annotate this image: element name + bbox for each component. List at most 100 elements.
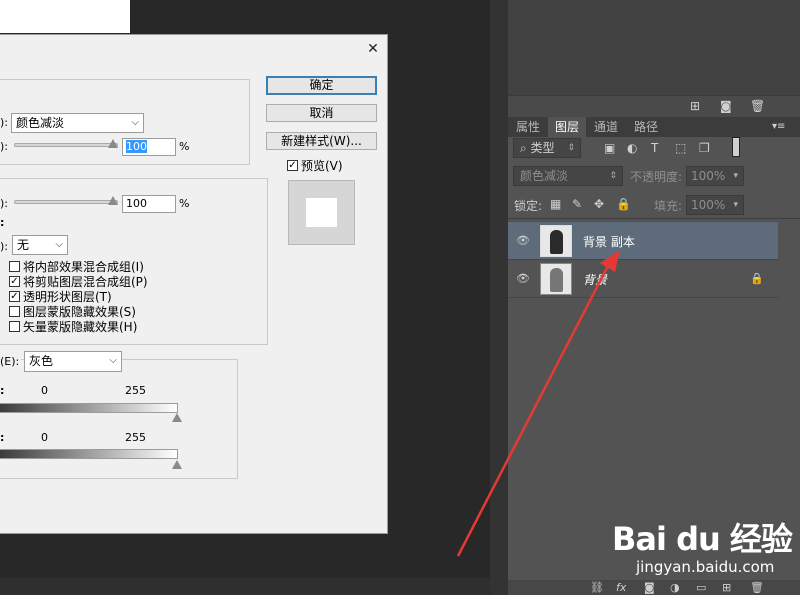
checkbox-list: 将内部效果混合成组(I) ✓ 将剪贴图层混合成组(P) ✓ 透明形状图层(T) 图层…	[9, 259, 148, 334]
new-item-icon[interactable]: ⊞	[690, 97, 700, 115]
move-icon[interactable]: ✥	[594, 195, 604, 213]
checkbox-box[interactable]: ✓	[9, 291, 20, 302]
layer-mask-hides-effects-checkbox[interactable]: 图层蒙版隐藏效果(S)	[9, 304, 148, 319]
pixel-filter-icon[interactable]: ▣	[604, 139, 615, 157]
this-layer-min: 0	[41, 384, 48, 397]
this-layer-white-thumb[interactable]	[172, 413, 182, 422]
opacity-label: 不透明度:	[630, 170, 683, 184]
filter-toggle-icon[interactable]	[732, 137, 740, 157]
filter-kind-select[interactable]: ⌕ 类型 ⇕	[513, 138, 581, 158]
panel-menu-icon[interactable]: ▾≡	[772, 118, 785, 136]
watermark-brand: Bai du 经验	[612, 520, 793, 558]
layer-row-background-copy[interactable]: 👁 背景 副本	[508, 222, 778, 260]
fill-opacity-percent: %	[179, 197, 190, 210]
baidu-watermark: Bai du 经验 jingyan.baidu.com	[612, 508, 800, 594]
status-bar	[0, 578, 490, 595]
underlying-layer-label: :	[0, 431, 5, 444]
blend-interior-effects-checkbox[interactable]: 将内部效果混合成组(I)	[9, 259, 148, 274]
adjustment-filter-icon[interactable]: ◐	[627, 139, 637, 157]
trash-icon[interactable]: 🗑	[750, 97, 765, 115]
blend-mode-label: ):	[0, 116, 8, 129]
new-style-button[interactable]: 新建样式(W)...	[266, 132, 377, 150]
layer-row-background[interactable]: 👁 背景 🔒	[508, 260, 778, 298]
channels-label: :	[0, 216, 5, 229]
search-icon: ⌕	[520, 141, 531, 155]
preview-square	[306, 198, 337, 227]
layer-blend-mode-select[interactable]: 颜色减淡 ⇕	[513, 166, 623, 186]
checkbox-box[interactable]	[9, 321, 20, 332]
eye-icon[interactable]: 👁	[516, 272, 530, 285]
fill-opacity-slider[interactable]	[14, 200, 118, 204]
tab-paths[interactable]: 路径	[626, 117, 666, 137]
blend-if-label: (E):	[0, 355, 22, 368]
opacity-slider[interactable]	[14, 143, 118, 147]
panel-gutter	[490, 0, 508, 595]
this-layer-gradient[interactable]	[0, 403, 178, 413]
link-icon[interactable]: ⛓	[590, 580, 604, 595]
tab-properties[interactable]: 属性	[508, 117, 548, 137]
fill-opacity-input[interactable]: 100	[122, 195, 176, 213]
lock-icon[interactable]: 🔒	[616, 195, 631, 213]
fill-opacity-label: ):	[0, 197, 8, 210]
layer-fill-input[interactable]: 100% ▾	[686, 195, 744, 215]
chevron-updown-icon: ⇕	[609, 171, 617, 181]
underlying-layer-gradient[interactable]	[0, 449, 178, 459]
blend-mode-select[interactable]: 颜色减淡 ⌵	[11, 113, 144, 133]
chevron-down-icon: ⌵	[55, 239, 63, 250]
opacity-label: ):	[0, 140, 8, 153]
divider	[508, 218, 800, 219]
chevron-down-icon: ⇕	[567, 143, 575, 153]
lock-label: 锁定:	[514, 199, 543, 213]
tab-channels[interactable]: 通道	[586, 117, 626, 137]
lock-transparency-icon[interactable]: ▦	[550, 195, 561, 213]
preview-checkbox[interactable]: ✓ 预览(V)	[287, 158, 343, 173]
knockout-select[interactable]: 无 ⌵	[12, 235, 68, 255]
panel-tabs: 属性 图层 通道 路径 ▾≡	[508, 117, 800, 137]
document-canvas	[0, 0, 130, 33]
eye-icon[interactable]: 👁	[516, 234, 530, 247]
tab-layers[interactable]: 图层	[548, 117, 586, 137]
transparency-shapes-layer-checkbox[interactable]: ✓ 透明形状图层(T)	[9, 289, 148, 304]
underlying-layer-min: 0	[41, 431, 48, 444]
upper-panel-area	[508, 0, 800, 95]
close-icon[interactable]: ✕	[364, 40, 382, 58]
layer-name[interactable]: 背景	[583, 271, 607, 288]
blend-if-select[interactable]: 灰色 ⌵	[24, 351, 122, 372]
layer-thumbnail	[540, 225, 572, 257]
blend-clipped-layers-checkbox[interactable]: ✓ 将剪贴图层混合成组(P)	[9, 274, 148, 289]
blend-if-value: 灰色	[29, 354, 54, 368]
opacity-slider-thumb[interactable]	[108, 139, 118, 148]
checkbox-box[interactable]: ✓	[287, 160, 298, 171]
type-filter-icon[interactable]: T	[651, 139, 658, 157]
style-preview-swatch	[288, 180, 355, 245]
this-layer-label: :	[0, 384, 5, 397]
opacity-percent: %	[179, 140, 190, 153]
chevron-down-icon: ▾	[733, 200, 738, 210]
checkbox-box[interactable]	[9, 261, 20, 272]
layer-opacity-input[interactable]: 100% ▾	[686, 166, 744, 186]
knockout-value: 无	[17, 238, 30, 252]
cancel-button[interactable]: 取消	[266, 104, 377, 122]
chevron-down-icon: ⌵	[109, 355, 117, 366]
fill-label: 填充:	[654, 199, 683, 213]
checkbox-box[interactable]: ✓	[9, 276, 20, 287]
chevron-down-icon: ⌵	[131, 117, 139, 128]
ok-button[interactable]: 确定	[266, 76, 377, 95]
smart-object-filter-icon[interactable]: ❐	[699, 139, 710, 157]
knockout-label: ):	[0, 240, 8, 253]
blend-mode-value: 颜色减淡	[16, 116, 65, 130]
layer-name[interactable]: 背景 副本	[583, 233, 635, 250]
layer-style-dialog: ✕ ): 颜色减淡 ⌵ ): 100 % ): 100 % : ): 无 ⌵ 将…	[0, 34, 388, 534]
camera-icon[interactable]: ◙	[720, 97, 732, 115]
this-layer-max: 255	[125, 384, 146, 397]
underlying-layer-white-thumb[interactable]	[172, 460, 182, 469]
layers-panel: ⊞ ◙ 🗑 属性 图层 通道 路径 ▾≡ ⌕ 类型 ⇕ ▣ ◐ T ⬚ ❐ 颜色…	[508, 0, 800, 595]
brush-icon[interactable]: ✎	[572, 195, 582, 213]
fill-opacity-slider-thumb[interactable]	[108, 196, 118, 205]
shape-filter-icon[interactable]: ⬚	[675, 139, 686, 157]
vector-mask-hides-effects-checkbox[interactable]: 矢量蒙版隐藏效果(H)	[9, 319, 148, 334]
opacity-input[interactable]: 100	[122, 138, 176, 156]
checkbox-box[interactable]	[9, 306, 20, 317]
blend-if-group	[0, 359, 238, 479]
layer-thumbnail	[540, 263, 572, 295]
